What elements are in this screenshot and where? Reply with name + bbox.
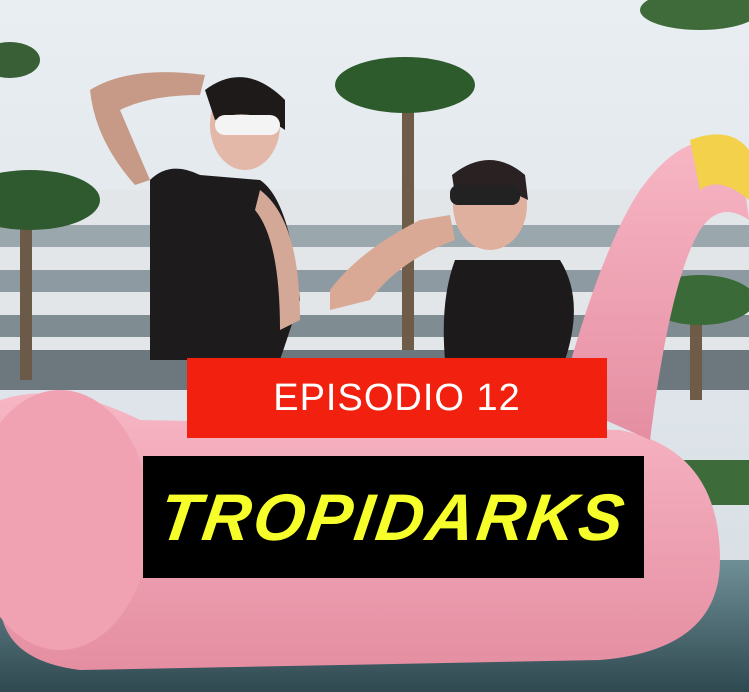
pool-photo: [0, 0, 749, 692]
title-banner: TROPIDARKS: [143, 456, 644, 578]
show-title: TROPIDARKS: [155, 480, 632, 554]
episode-label: EPISODIO 12: [273, 376, 521, 419]
video-frame: EPISODIO 12 TROPIDARKS: [0, 0, 749, 692]
episode-banner: EPISODIO 12: [187, 358, 607, 438]
